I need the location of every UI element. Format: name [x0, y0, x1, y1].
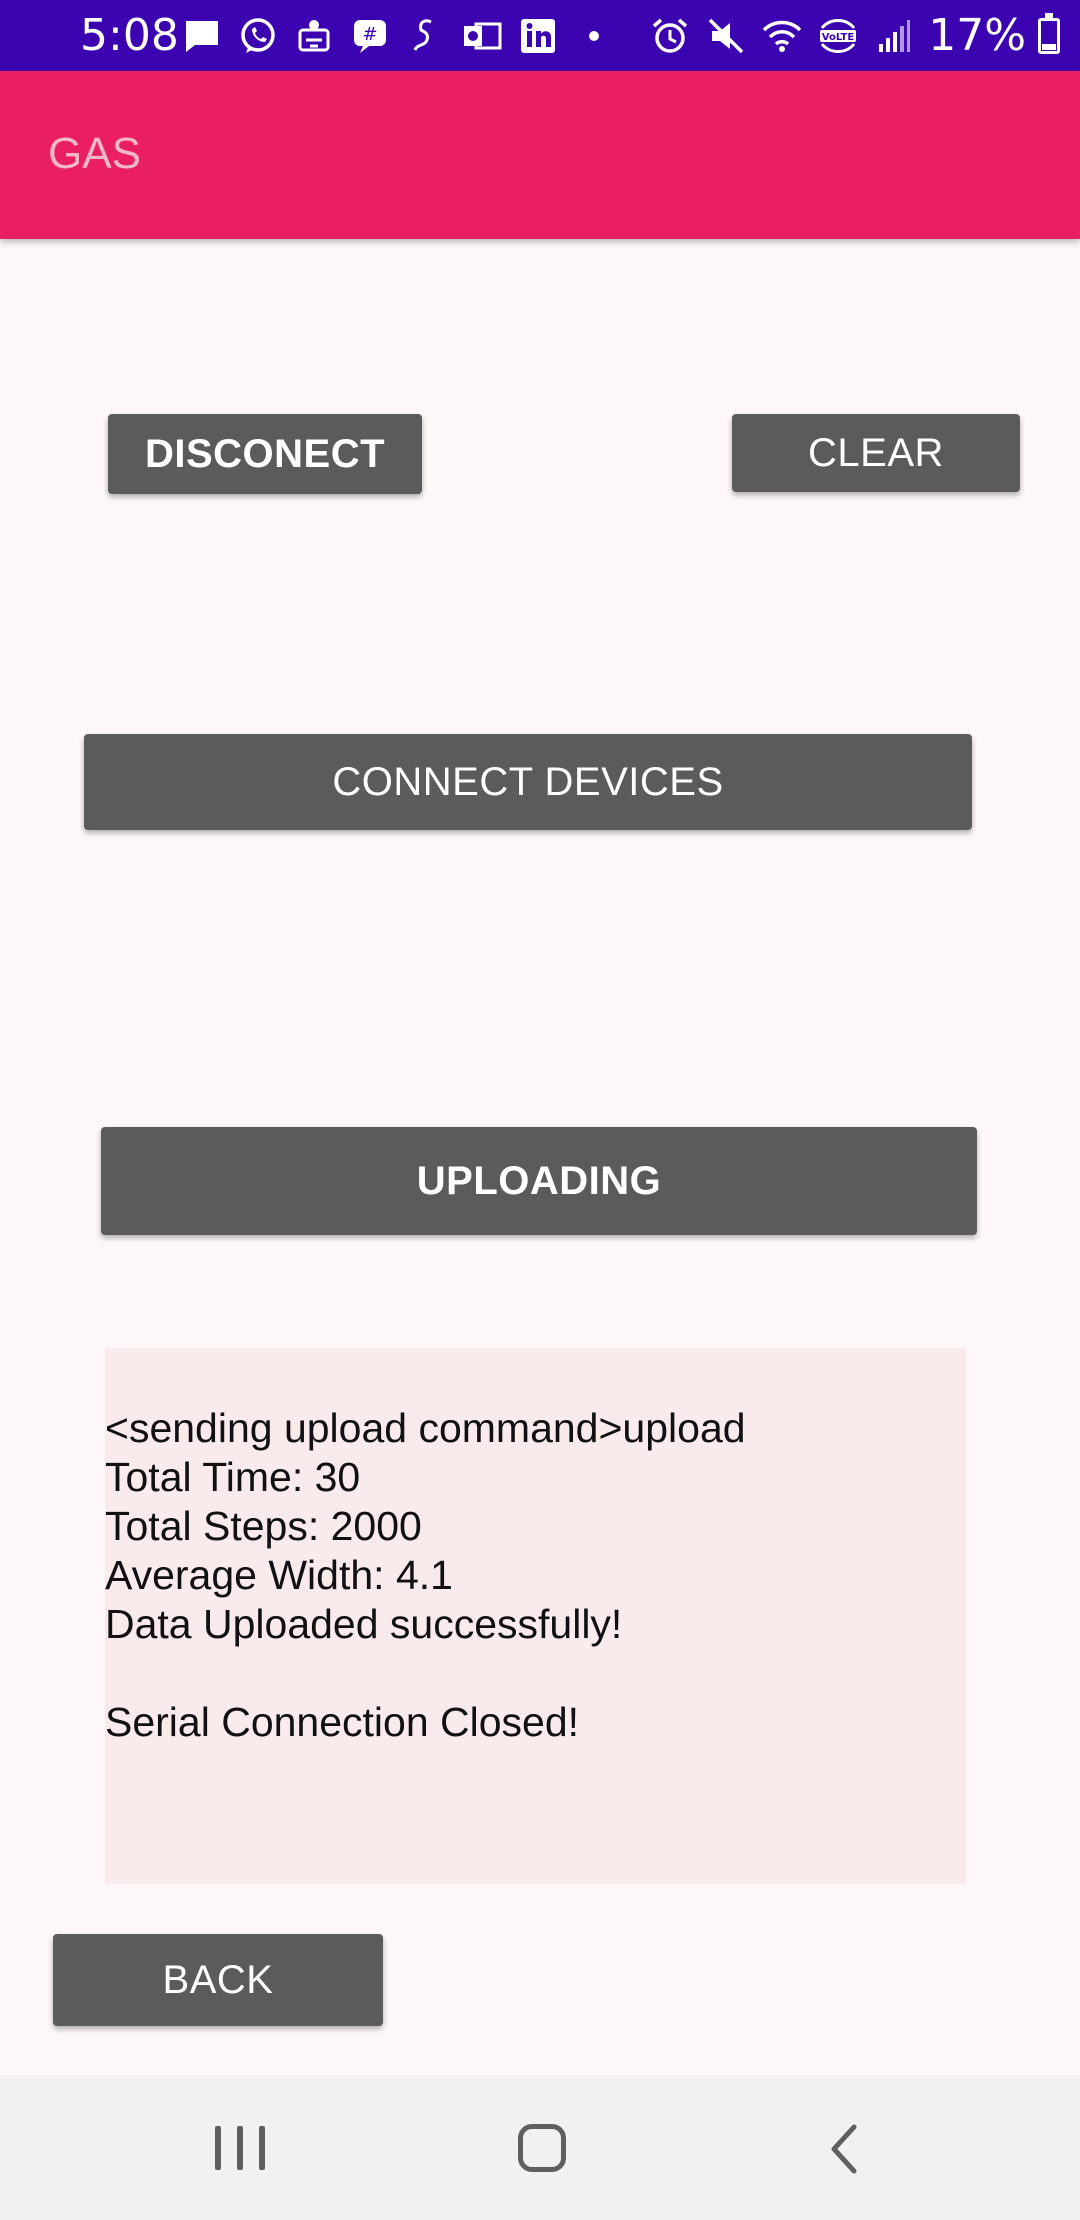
battery-percent: 17%	[928, 10, 1026, 61]
alarm-icon	[648, 14, 692, 58]
system-icons: VoLTE 17%	[648, 0, 1060, 71]
log-line: Total Steps: 2000	[105, 1503, 422, 1549]
log-line: Average Width: 4.1	[105, 1552, 453, 1598]
app-icon	[292, 14, 336, 58]
mute-icon	[704, 14, 748, 58]
status-bar: 5:08 # VoLTE 17%	[0, 0, 1080, 71]
log-line: <sending upload command>upload	[105, 1405, 746, 1451]
back-icon[interactable]	[820, 2121, 868, 2177]
whatsapp-icon	[236, 14, 280, 58]
navigation-bar	[0, 2075, 1080, 2220]
clear-button[interactable]: CLEAR	[732, 414, 1020, 492]
connect-devices-button[interactable]: CONNECT DEVICES	[84, 734, 972, 830]
log-output: <sending upload command>upload Total Tim…	[105, 1348, 966, 1884]
log-line: Data Uploaded successfully!	[105, 1601, 623, 1647]
signal-icon	[872, 14, 916, 58]
svg-text:#: #	[362, 24, 377, 45]
status-time: 5:08	[80, 10, 179, 61]
app-bar: GAS	[0, 71, 1080, 239]
chat-icon: #	[348, 14, 392, 58]
snapchat-icon	[404, 14, 448, 58]
home-icon[interactable]	[518, 2124, 566, 2172]
app-title: GAS	[48, 129, 141, 178]
battery-icon	[1038, 12, 1060, 54]
notification-icons: #	[180, 14, 616, 58]
uploading-button[interactable]: UPLOADING	[101, 1127, 977, 1235]
volte-icon: VoLTE	[816, 14, 860, 58]
recent-apps-icon[interactable]	[215, 2126, 265, 2170]
svg-text:VoLTE: VoLTE	[822, 32, 855, 43]
log-line: Serial Connection Closed!	[105, 1699, 580, 1745]
dot-icon	[572, 14, 616, 58]
disconnect-button[interactable]: DISCONECT	[108, 414, 422, 494]
log-line: Total Time: 30	[105, 1454, 361, 1500]
message-icon	[180, 14, 224, 58]
outlook-icon	[460, 14, 504, 58]
linkedin-icon	[516, 14, 560, 58]
wifi-icon	[760, 14, 804, 58]
back-button[interactable]: BACK	[53, 1934, 383, 2026]
